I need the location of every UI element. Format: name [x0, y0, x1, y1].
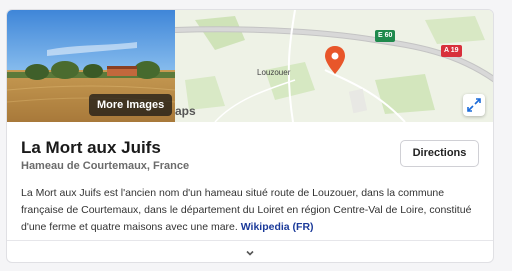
- expand-map-button[interactable]: [463, 94, 485, 116]
- chevron-down-icon: [246, 250, 254, 256]
- place-description: La Mort aux Juifs est l'ancien nom d'un …: [21, 185, 481, 236]
- place-photo[interactable]: More Images: [7, 10, 175, 122]
- directions-button[interactable]: Directions: [400, 140, 479, 167]
- place-title: La Mort aux Juifs: [21, 138, 161, 157]
- media-strip: More Images E 60 A 19 Louzouer aps: [7, 10, 493, 122]
- expand-icon: [467, 98, 481, 112]
- wikipedia-link[interactable]: Wikipedia (FR): [241, 221, 314, 233]
- road-shield-e60: E 60: [375, 30, 396, 42]
- more-images-button[interactable]: More Images: [89, 94, 173, 116]
- map-pin-icon: [324, 45, 346, 75]
- expand-footer[interactable]: [7, 240, 493, 262]
- map-preview[interactable]: E 60 A 19 Louzouer: [175, 10, 493, 122]
- road-shield-a19: A 19: [441, 45, 462, 57]
- maps-attribution: aps: [175, 104, 196, 118]
- map-place-label: Louzouer: [257, 68, 291, 77]
- place-card: More Images E 60 A 19 Louzouer aps La Mo…: [6, 9, 494, 263]
- place-subtitle: Hameau de Courtemaux, France: [21, 160, 190, 172]
